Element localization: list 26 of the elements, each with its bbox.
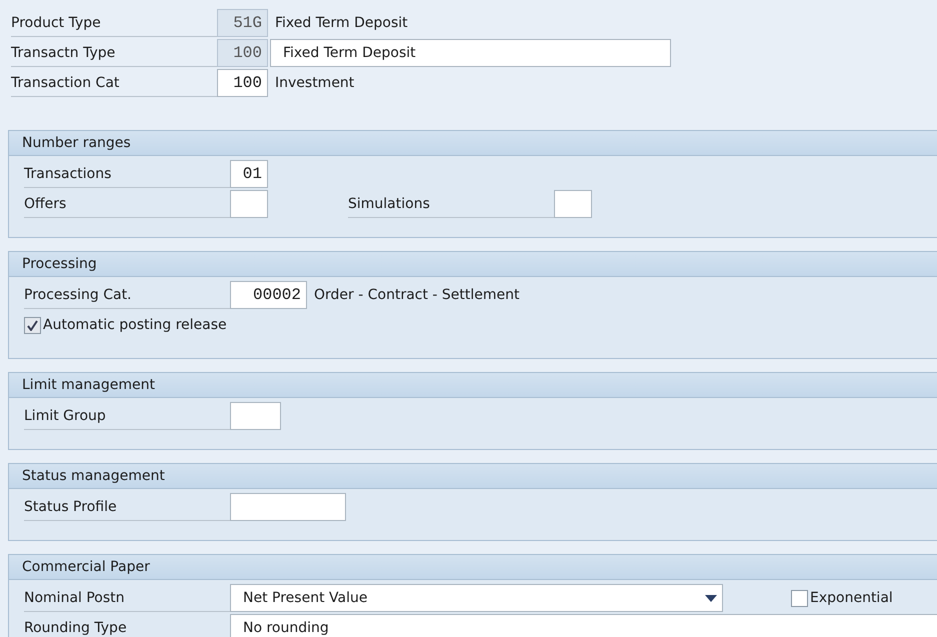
dropdown-caret-icon <box>705 594 717 602</box>
field-description: Fixed Term Deposit <box>275 15 408 31</box>
checkbox[interactable] <box>24 316 41 334</box>
input-field[interactable] <box>230 493 346 521</box>
dropdown-field[interactable]: Net Present Value <box>230 584 723 612</box>
input-field[interactable] <box>554 190 592 218</box>
input-field[interactable]: 00002 <box>230 281 307 309</box>
section-title: Status management <box>9 464 937 489</box>
text-field[interactable]: Fixed Term Deposit <box>270 39 671 67</box>
input-field[interactable] <box>230 402 281 430</box>
field-description: Order - Contract - Settlement <box>314 287 520 303</box>
readonly-field[interactable]: 100 <box>217 39 268 67</box>
input-field[interactable]: No rounding <box>230 614 937 637</box>
input-field[interactable] <box>230 190 268 218</box>
section-title: Processing <box>9 252 937 277</box>
field-description: Investment <box>275 75 354 91</box>
section-title: Number ranges <box>9 131 937 156</box>
input-field[interactable]: 01 <box>230 160 268 188</box>
checkbox-label: Exponential <box>810 590 893 606</box>
section-title: Limit management <box>9 373 937 398</box>
checkbox[interactable] <box>791 590 808 606</box>
section-title: Commercial Paper <box>9 555 937 580</box>
checkmark-icon <box>27 320 38 330</box>
readonly-field[interactable]: 51G <box>217 9 268 37</box>
input-field[interactable]: 100 <box>217 69 268 97</box>
checkbox-label: Automatic posting release <box>43 317 227 333</box>
